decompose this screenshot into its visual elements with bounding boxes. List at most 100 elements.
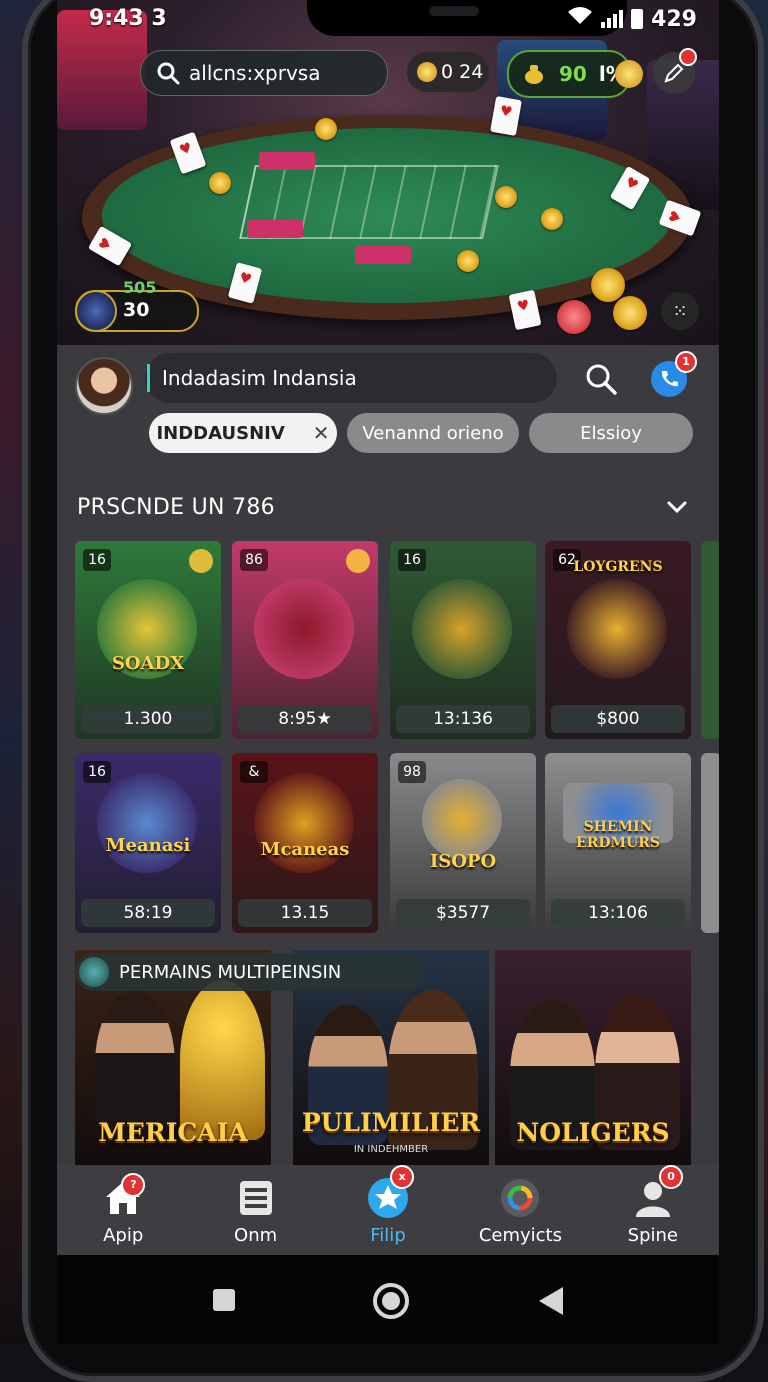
nav-item-apip[interactable]: ? Apip: [57, 1165, 189, 1255]
banner-title: MERICAIA: [98, 1118, 248, 1147]
google-icon: [501, 1179, 540, 1217]
game-tile-partial[interactable]: [701, 541, 719, 739]
lion-icon: [79, 957, 109, 987]
player-level[interactable]: 505 30: [75, 278, 199, 332]
level-top-value: 505: [123, 278, 157, 297]
list-icon: [239, 1181, 272, 1215]
game-price: 1.300: [81, 705, 215, 733]
recents-button[interactable]: [213, 1289, 235, 1311]
game-tile[interactable]: 16 Meanasi 58:19: [75, 753, 221, 933]
banner-title: NOLIGERS: [516, 1118, 670, 1147]
battery-icon: [631, 9, 644, 29]
gold-coin-icon: [615, 60, 643, 88]
coin-24-art: [422, 779, 502, 859]
money-bag-icon: [525, 65, 543, 84]
level-badge-icon: [75, 290, 117, 332]
search-icon: [157, 62, 180, 85]
favorite-icon[interactable]: [346, 549, 370, 573]
casino-chip: [495, 186, 517, 208]
slot-reels-art: [412, 579, 512, 679]
text-cursor: [147, 364, 150, 392]
filter-chip-label: INDDAUSNIV: [156, 422, 285, 444]
roulette-art: [254, 579, 354, 679]
game-title: ISOPO: [429, 851, 497, 872]
game-tile[interactable]: 98 ISOPO $3577: [390, 753, 536, 933]
status-icons: 429: [567, 6, 697, 32]
game-art: [97, 773, 197, 873]
more-options-button[interactable]: ⁙: [661, 292, 699, 330]
game-title: SOADX: [111, 653, 185, 674]
coin-balance[interactable]: 0 24: [407, 52, 489, 92]
avatar[interactable]: [75, 357, 133, 415]
game-tile[interactable]: 86 8:95★: [232, 541, 378, 739]
game-price: 8:95★: [238, 705, 372, 733]
game-price: 13:106: [551, 899, 685, 927]
back-button[interactable]: [539, 1287, 563, 1315]
coin-balance-value: 0 24: [441, 61, 484, 83]
bet-marker: [259, 152, 315, 170]
phone-icon: [661, 371, 678, 387]
nav-item-cemyicts[interactable]: Cemyicts: [454, 1165, 586, 1255]
casino-chip: [315, 118, 337, 140]
nav-badge: 0: [659, 1165, 684, 1189]
system-nav-bar: [57, 1255, 719, 1344]
game-price: $800: [551, 705, 685, 733]
game-title: SHEMIN ERDMURS: [576, 819, 660, 851]
game-title: Mcaneas: [260, 839, 350, 860]
game-tile[interactable]: SHEMIN ERDMURS 13:106: [545, 753, 691, 933]
filter-chip[interactable]: Elssioy: [529, 413, 693, 453]
promo-title: PERMAINS MULTIPEINSIN: [119, 961, 342, 983]
nav-label: Spine: [627, 1225, 678, 1246]
nav-label: Cemyicts: [478, 1225, 562, 1246]
nav-label: Onm: [234, 1225, 278, 1246]
call-notification-badge: 1: [675, 351, 697, 373]
search-icon[interactable]: [581, 359, 621, 399]
nav-item-onm[interactable]: Onm: [189, 1165, 321, 1255]
coin-icon: [417, 62, 437, 82]
signal-icon: [601, 10, 624, 28]
casino-chip: [557, 300, 591, 334]
game-price: 58:19: [81, 899, 215, 927]
game-price: 13:136: [396, 705, 530, 733]
nav-item-spine[interactable]: 0 Spine: [587, 1165, 719, 1255]
home-button[interactable]: [373, 1283, 409, 1319]
close-icon[interactable]: ✕: [313, 421, 330, 445]
nav-label: Filip: [370, 1225, 406, 1246]
name-input[interactable]: Indadasim Indansia: [145, 353, 557, 403]
game-title: Meanasi: [105, 835, 191, 856]
edit-notification-dot: [679, 48, 697, 66]
casino-chip: [541, 208, 563, 230]
dots-icon: ⁙: [672, 300, 688, 322]
filter-chip-label: Elssioy: [580, 422, 642, 444]
wifi-icon: [567, 6, 593, 32]
chevron-down-icon[interactable]: [665, 495, 689, 519]
section-title: PRSCNDE UN 786: [77, 495, 275, 520]
gold-balance[interactable]: 90 l%: [507, 50, 643, 98]
banner-subtitle: IN INDEHMBER: [353, 1144, 429, 1155]
game-tile[interactable]: 16 13:136: [390, 541, 536, 739]
filter-chip-active[interactable]: INDDAUSNIV ✕: [149, 413, 337, 453]
nav-label: Apip: [103, 1225, 144, 1246]
game-tag: 16: [83, 549, 111, 571]
call-button[interactable]: 1: [651, 351, 697, 397]
edit-button[interactable]: [653, 48, 697, 94]
game-tile-partial[interactable]: [701, 753, 719, 933]
nav-badge: x: [390, 1165, 415, 1189]
game-art: [567, 579, 667, 679]
casino-chip: [209, 172, 231, 194]
filter-chip[interactable]: Venannd orieno: [347, 413, 519, 453]
game-price: 13.15: [238, 899, 372, 927]
promo-banner[interactable]: NOLIGERS: [495, 950, 691, 1165]
favorite-icon[interactable]: [189, 549, 213, 573]
level-value: 30: [123, 299, 150, 321]
gold-balance-value: 90: [559, 62, 587, 86]
character-art: [180, 980, 265, 1140]
game-tile[interactable]: 62 LOYGRENS $800: [545, 541, 691, 739]
top-search-text: allcns:xprvsa: [189, 61, 321, 85]
nav-item-filip[interactable]: x Filip: [322, 1165, 454, 1255]
casino-chip: [591, 268, 625, 302]
game-tile[interactable]: & Mcaneas 13.15: [232, 753, 378, 933]
casino-chip: [457, 250, 479, 272]
game-tile[interactable]: 16 SOADX 1.300: [75, 541, 221, 739]
top-search-field[interactable]: allcns:xprvsa: [140, 50, 388, 96]
